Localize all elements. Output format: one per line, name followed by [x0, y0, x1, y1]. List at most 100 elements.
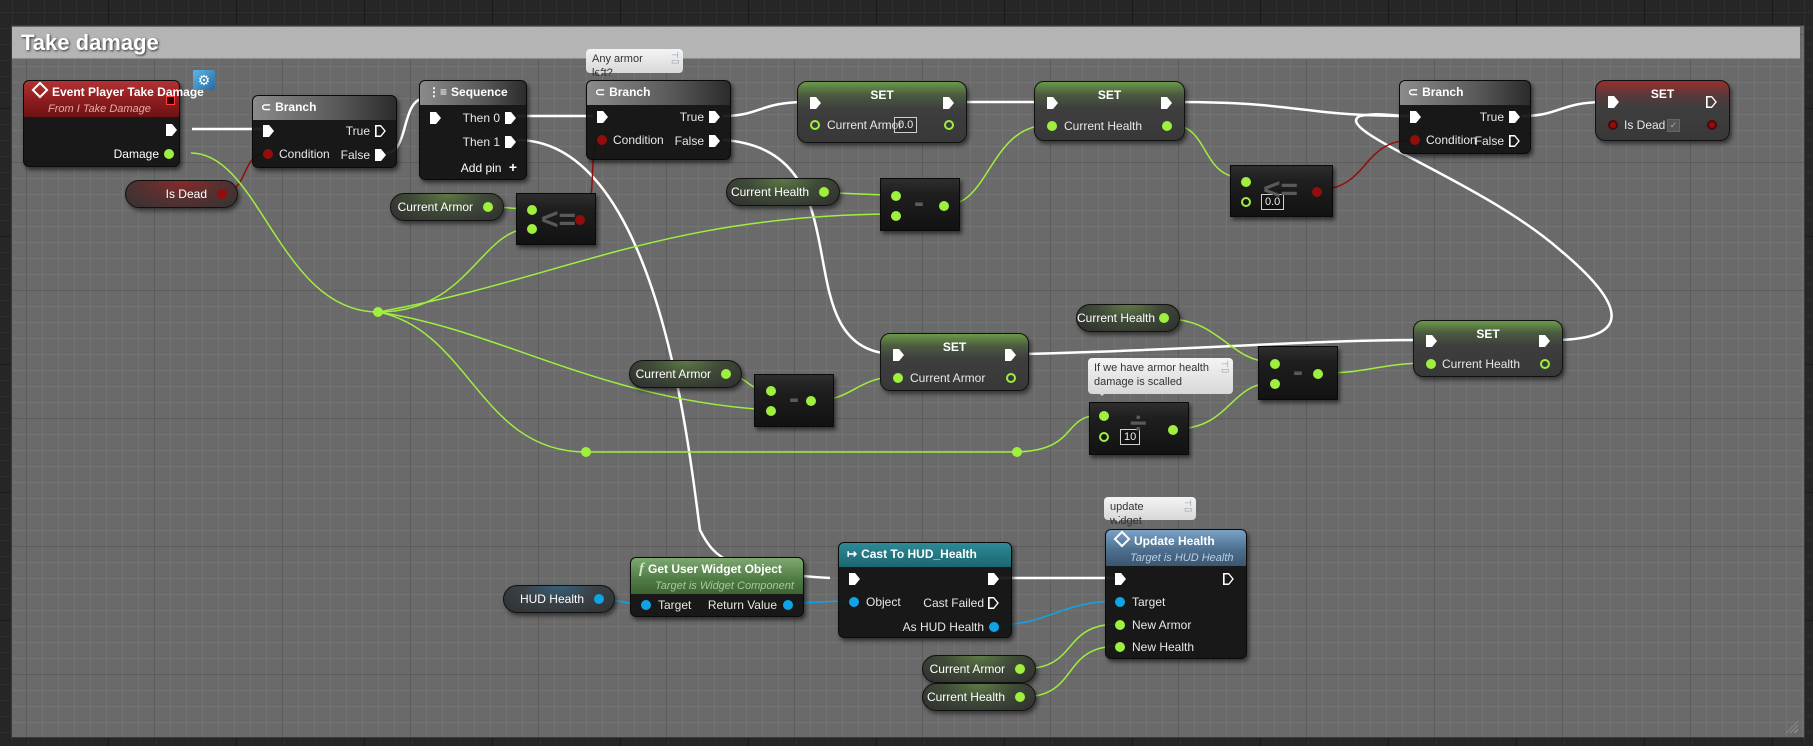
divide-node[interactable]: 10 ÷ — [1089, 402, 1189, 455]
input-b-pin[interactable] — [891, 211, 901, 221]
result-pin[interactable] — [1312, 187, 1322, 197]
subtract-health-node[interactable]: - — [880, 178, 960, 231]
input-a-pin[interactable] — [1099, 411, 1109, 421]
pin-comment-icon[interactable]: ⊣ ▭ — [671, 51, 680, 66]
set-current-health-node-2[interactable]: SET Current Health — [1413, 320, 1563, 377]
breakpoint-icon[interactable] — [166, 96, 175, 105]
current-armor-pin[interactable] — [721, 369, 731, 379]
exec-out-pin[interactable] — [166, 124, 177, 136]
comment-bubble-update-widget[interactable]: update widget ⊣ ▭ — [1104, 497, 1196, 527]
current-health-pin[interactable] — [819, 187, 829, 197]
false-exec-pin[interactable] — [1509, 135, 1520, 147]
current-armor-in-pin[interactable] — [810, 120, 820, 130]
exec-out-pin[interactable] — [988, 573, 999, 585]
result-pin[interactable] — [575, 215, 585, 225]
current-health-pin[interactable] — [1015, 692, 1025, 702]
current-armor-out-pin[interactable] — [944, 120, 954, 130]
branch-is-dead-node[interactable]: ⊂ Branch True Condition False — [252, 95, 397, 168]
false-exec-pin[interactable] — [709, 135, 720, 147]
false-exec-pin[interactable] — [375, 149, 386, 161]
current-armor-getter-2[interactable]: Current Armor — [629, 360, 742, 388]
then1-pin[interactable] — [505, 136, 516, 148]
target-pin[interactable] — [641, 600, 651, 610]
true-exec-pin[interactable] — [709, 111, 720, 123]
current-health-in-pin[interactable] — [1047, 121, 1057, 131]
result-pin[interactable] — [1313, 369, 1323, 379]
resize-handle[interactable] — [1786, 721, 1798, 733]
current-health-out-pin[interactable] — [1162, 121, 1172, 131]
input-a-pin[interactable] — [1270, 359, 1280, 369]
current-armor-out-pin[interactable] — [1006, 373, 1016, 383]
comment-bubble-armor[interactable]: Any armor left? ⊣ ▭ — [586, 49, 683, 79]
exec-out-pin[interactable] — [1223, 573, 1234, 585]
is-dead-pin[interactable] — [217, 189, 227, 199]
event-player-take-damage-node[interactable]: Event Player Take Damage From I Take Dam… — [23, 80, 204, 167]
then0-pin[interactable] — [505, 112, 516, 124]
result-pin[interactable] — [939, 201, 949, 211]
current-armor-pin[interactable] — [1015, 664, 1025, 674]
current-armor-pin[interactable] — [483, 202, 493, 212]
add-pin-button[interactable]: Add pin + — [461, 159, 517, 175]
set-current-armor-zero-node[interactable]: SET Current Armor 0.0 — [797, 81, 967, 143]
damage-pin[interactable] — [164, 149, 174, 159]
exec-in-pin[interactable] — [430, 112, 441, 124]
exec-in-pin[interactable] — [597, 111, 608, 123]
exec-in-pin[interactable] — [1115, 573, 1126, 585]
input-b-pin[interactable] — [1099, 432, 1109, 442]
current-health-getter-2[interactable]: Current Health — [1076, 304, 1180, 332]
reroute-knot[interactable] — [1012, 447, 1022, 457]
current-health-pin[interactable] — [1159, 313, 1169, 323]
subtract-health-node-2[interactable]: - — [1258, 346, 1338, 400]
cast-failed-pin[interactable] — [988, 597, 999, 609]
current-health-out-pin[interactable] — [1540, 359, 1550, 369]
as-hud-health-pin[interactable] — [989, 622, 999, 632]
new-health-pin[interactable] — [1115, 642, 1125, 652]
subtract-armor-node[interactable]: - — [754, 374, 834, 427]
reroute-knot[interactable] — [581, 447, 591, 457]
current-armor-getter[interactable]: Current Armor — [390, 193, 504, 221]
input-a-pin[interactable] — [891, 191, 901, 201]
pin-comment-icon[interactable]: ⊣ ▭ — [1221, 360, 1230, 375]
current-health-in-pin[interactable] — [1426, 359, 1436, 369]
input-a-pin[interactable] — [766, 386, 776, 396]
input-a-pin[interactable] — [527, 205, 537, 215]
true-exec-pin[interactable] — [1509, 111, 1520, 123]
get-user-widget-object-node[interactable]: f Get User Widget Object Target is Widget… — [630, 557, 804, 617]
target-pin[interactable] — [1115, 597, 1125, 607]
is-dead-out-pin[interactable] — [1707, 120, 1717, 130]
condition-pin[interactable] — [1410, 135, 1420, 145]
condition-pin[interactable] — [597, 135, 607, 145]
current-armor-in-pin[interactable] — [893, 373, 903, 383]
return-value-pin[interactable] — [783, 600, 793, 610]
less-equal-health-node[interactable]: 0.0 <= — [1230, 165, 1333, 217]
set-current-armor-node[interactable]: SET Current Armor — [880, 333, 1029, 391]
sequence-node[interactable]: ⋮≡ Sequence Then 0 Then 1 Add pin + — [419, 80, 527, 180]
current-armor-getter-3[interactable]: Current Armor — [922, 655, 1036, 683]
set-current-health-node[interactable]: SET Current Health — [1034, 81, 1185, 141]
update-health-node[interactable]: Update Health Target is HUD Health Targe… — [1105, 529, 1247, 659]
input-a-pin[interactable] — [1241, 177, 1251, 187]
hud-health-getter[interactable]: HUD Health — [503, 585, 615, 613]
input-b-pin[interactable] — [766, 406, 776, 416]
is-dead-checkbox[interactable]: ✓ — [1667, 119, 1680, 132]
object-pin[interactable] — [849, 597, 859, 607]
current-armor-value-input[interactable]: 0.0 — [894, 117, 918, 133]
is-dead-getter[interactable]: Is Dead — [125, 180, 238, 208]
cast-to-hud-health-node[interactable]: ↦ Cast To HUD_Health Object Cast Failed A… — [838, 542, 1012, 638]
current-health-getter-3[interactable]: Current Health — [922, 683, 1036, 711]
current-health-getter[interactable]: Current Health — [726, 178, 840, 206]
hud-health-pin[interactable] — [594, 594, 604, 604]
input-b-pin[interactable] — [1241, 197, 1251, 207]
exec-in-pin[interactable] — [849, 573, 860, 585]
less-equal-armor-node[interactable]: <= — [516, 193, 596, 245]
input-b-pin[interactable] — [527, 224, 537, 234]
reroute-knot[interactable] — [373, 307, 383, 317]
condition-pin[interactable] — [263, 149, 273, 159]
comment-bubble-scaled[interactable]: If we have armor health damage is scalle… — [1088, 358, 1233, 396]
exec-in-pin[interactable] — [263, 125, 274, 137]
new-armor-pin[interactable] — [1115, 620, 1125, 630]
is-dead-in-pin[interactable] — [1608, 120, 1618, 130]
branch-armor-node[interactable]: ⊂ Branch True Condition False — [586, 80, 731, 160]
branch-health-node[interactable]: ⊂ Branch True Condition False — [1399, 80, 1531, 154]
pin-comment-icon[interactable]: ⊣ ▭ — [1184, 499, 1193, 514]
